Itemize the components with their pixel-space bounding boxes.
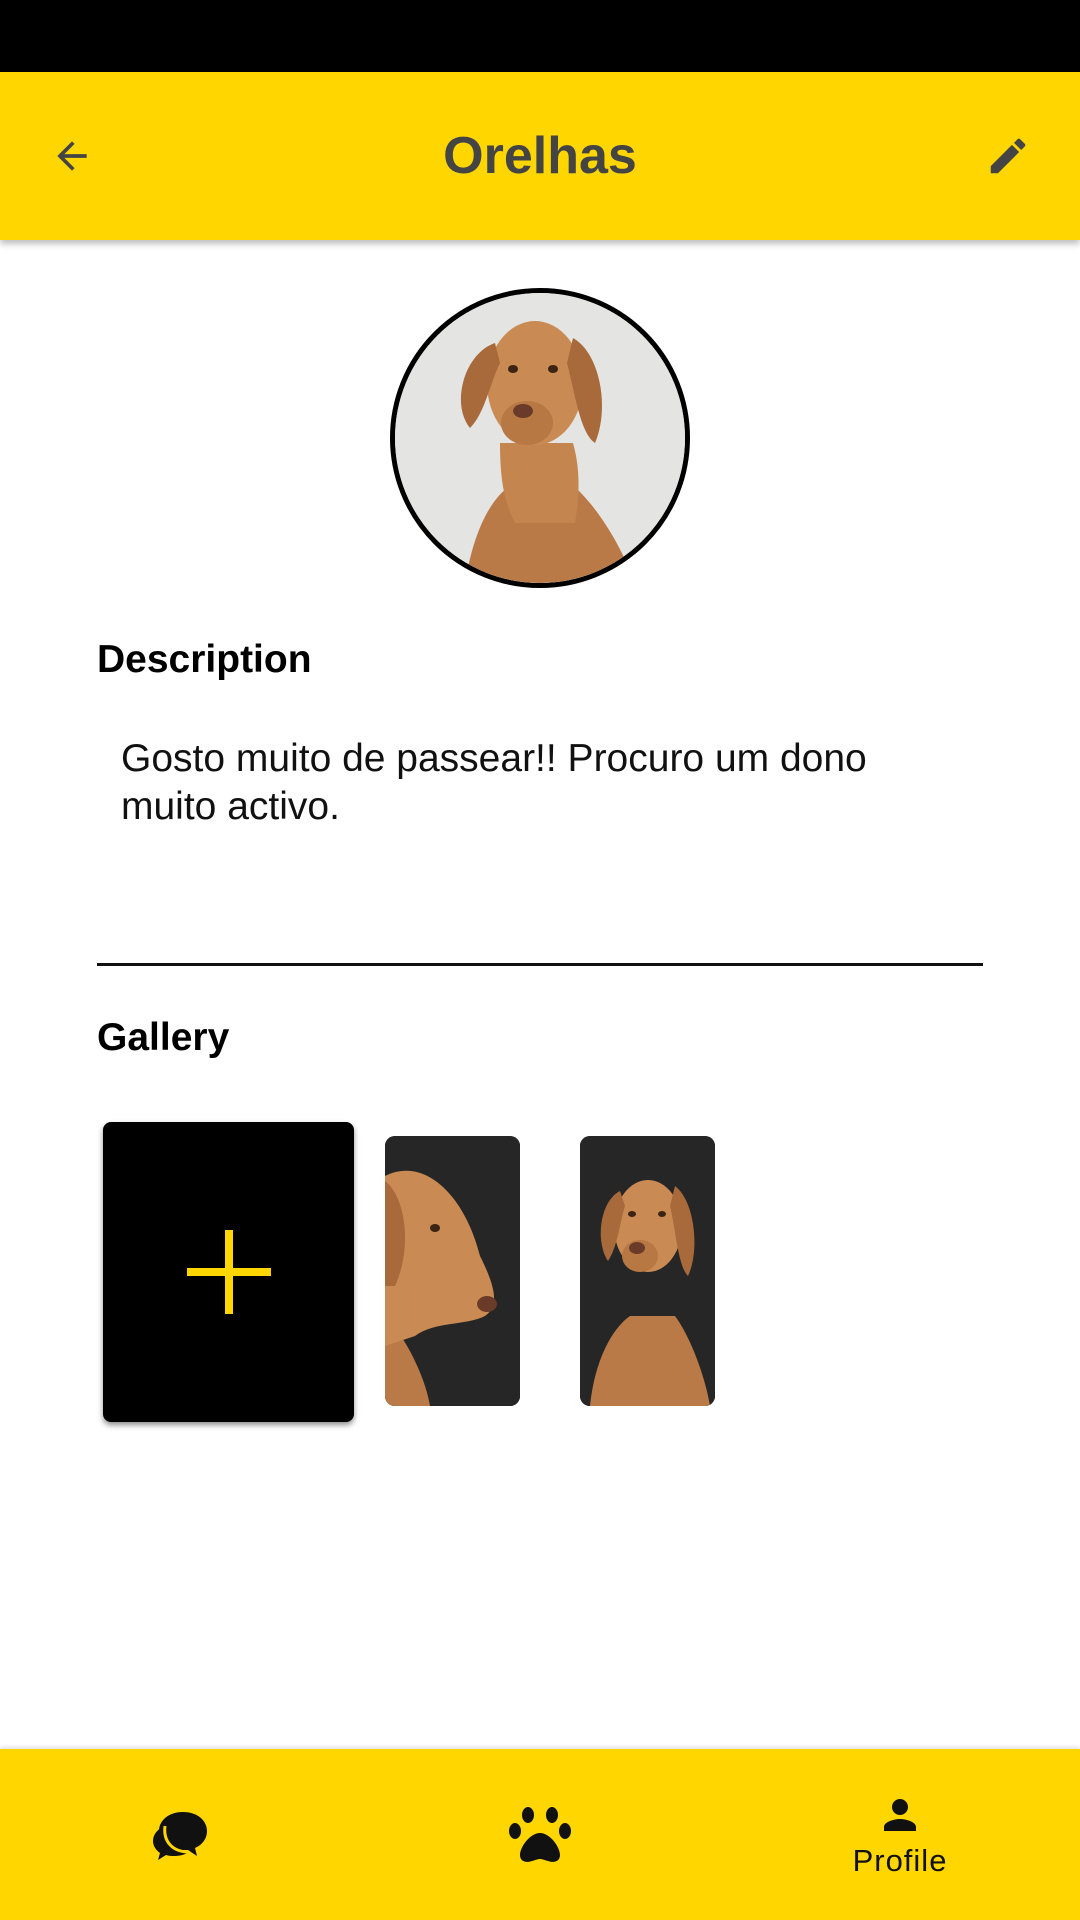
arrow-back-icon bbox=[57, 141, 87, 171]
page-title: Orelhas bbox=[443, 127, 637, 185]
bottom-navigation: Profile bbox=[0, 1749, 1080, 1920]
chat-icon bbox=[153, 1811, 207, 1860]
nav-item-chat[interactable] bbox=[0, 1749, 360, 1920]
gallery-heading: Gallery bbox=[97, 1016, 230, 1059]
nav-item-pets[interactable] bbox=[360, 1749, 720, 1920]
edit-button[interactable] bbox=[972, 120, 1044, 192]
person-icon bbox=[884, 1798, 916, 1831]
plus-icon bbox=[186, 1230, 271, 1314]
dog-photo-front bbox=[580, 1136, 715, 1406]
description-text: Gosto muito de passear!! Procuro um dono… bbox=[121, 737, 867, 828]
description-heading: Description bbox=[97, 638, 312, 681]
dog-photo bbox=[395, 293, 685, 583]
status-bar bbox=[0, 0, 1080, 72]
avatar bbox=[390, 288, 690, 588]
back-button[interactable] bbox=[36, 120, 108, 192]
app-bar: Orelhas bbox=[0, 72, 1080, 240]
paw-icon bbox=[509, 1806, 571, 1862]
pencil-icon bbox=[990, 138, 1026, 174]
divider bbox=[97, 963, 983, 966]
gallery-photo[interactable] bbox=[385, 1136, 520, 1406]
gallery-photo[interactable] bbox=[580, 1136, 715, 1406]
add-photo-button[interactable] bbox=[103, 1122, 354, 1422]
nav-label-profile: Profile bbox=[852, 1842, 948, 1878]
nav-item-profile[interactable]: Profile bbox=[720, 1749, 1080, 1920]
dog-photo-side bbox=[385, 1136, 520, 1406]
